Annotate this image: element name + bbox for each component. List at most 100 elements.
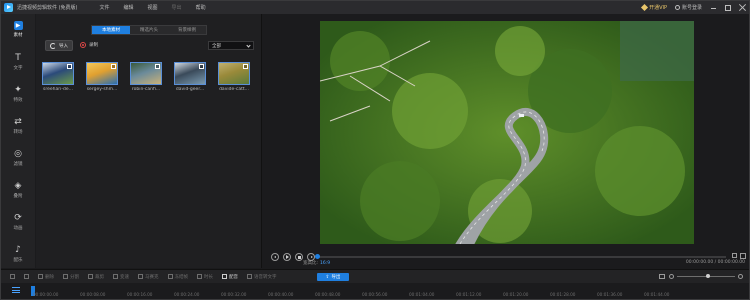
- timeline-menu-icon[interactable]: [12, 287, 20, 293]
- menu-export[interactable]: 导出: [172, 4, 182, 11]
- edit-toolbar: 删除 分割 裁剪 变速 马赛克 冻结帧 时长 配音 语音转文字 ⇪ 导出: [1, 269, 749, 283]
- redo-icon: [24, 274, 29, 279]
- volume-icon[interactable]: [732, 253, 737, 258]
- close-icon[interactable]: [739, 4, 746, 11]
- timeline-tick-label: 00:01:20.00: [503, 292, 529, 297]
- video-preview[interactable]: [320, 21, 694, 244]
- export-label: 导出: [331, 275, 341, 280]
- rail-item-effects[interactable]: ✦ 特效: [1, 81, 35, 107]
- transition-icon: ⇄: [14, 117, 22, 127]
- animation-icon: ⟳: [14, 213, 22, 223]
- rail-item-label: 特效: [13, 97, 23, 103]
- media-thumbnail[interactable]: [218, 62, 250, 85]
- media-thumbnail[interactable]: [130, 62, 162, 85]
- title-bar: 迅捷视频剪辑软件 (免费版) 文件 编辑 视图 导出 帮助 开通VIP 账号登录: [1, 1, 749, 14]
- tool-delete[interactable]: 删除: [38, 274, 54, 280]
- timeline-tick-label: 00:01:12.00: [456, 292, 482, 297]
- duration-icon: [197, 274, 202, 279]
- zoom-slider-handle[interactable]: [706, 274, 710, 278]
- media-thumbnail[interactable]: [86, 62, 118, 85]
- fullscreen-icon[interactable]: [740, 253, 746, 259]
- tool-label: 配音: [229, 274, 238, 280]
- menu-edit[interactable]: 编辑: [124, 4, 134, 11]
- music-icon: ♪: [15, 245, 21, 255]
- play-icon[interactable]: [283, 253, 291, 261]
- tab-background-samples[interactable]: 背景样例: [168, 26, 206, 34]
- record-button[interactable]: 录制: [80, 42, 98, 48]
- effects-icon: ✦: [14, 85, 22, 95]
- tool-speech-to-text[interactable]: 语音转文字: [247, 274, 277, 280]
- rail-item-filter[interactable]: ◎ 滤镜: [1, 145, 35, 171]
- tool-speed[interactable]: 变速: [113, 274, 129, 280]
- timeline-zoom: [669, 274, 743, 279]
- aspect-ratio-selector[interactable]: 宽高比: 16:9: [303, 260, 330, 266]
- zoom-in-icon[interactable]: [738, 274, 743, 279]
- login-button[interactable]: 账号登录: [674, 4, 702, 11]
- speech-to-text-icon: [247, 274, 252, 279]
- thumbnail-select-checkbox[interactable]: [111, 64, 116, 69]
- media-thumbnail-label: david-geer...: [175, 87, 205, 92]
- app-title: 迅捷视频剪辑软件 (免费版): [17, 5, 78, 11]
- thumbnail-select-checkbox[interactable]: [67, 64, 72, 69]
- minimize-icon[interactable]: [710, 4, 717, 11]
- zoom-slider[interactable]: [677, 274, 735, 278]
- menu-file[interactable]: 文件: [100, 4, 110, 11]
- rail-item-animation[interactable]: ⟳ 动画: [1, 209, 35, 235]
- text-icon: T: [15, 53, 21, 63]
- menu-view[interactable]: 视图: [148, 4, 158, 11]
- tool-mosaic[interactable]: 马赛克: [138, 274, 159, 280]
- maximize-icon[interactable]: [725, 4, 731, 11]
- tool-split[interactable]: 分割: [63, 274, 79, 280]
- import-button[interactable]: 导入: [45, 40, 73, 51]
- thumbnail-select-checkbox[interactable]: [243, 64, 248, 69]
- timeline-tick-label: 00:00:08.00: [80, 292, 106, 297]
- tool-undo[interactable]: [10, 274, 15, 279]
- tool-freeze[interactable]: 冻结帧: [167, 274, 188, 280]
- vip-label: 开通VIP: [649, 5, 667, 11]
- tool-rail: ▶ 素材 T 文字 ✦ 特效 ⇄ 转场 ◎ 滤镜 ◈ 叠附 ⟳ 动画 ♪ 配乐: [1, 14, 35, 268]
- rail-item-text[interactable]: T 文字: [1, 49, 35, 75]
- thumbnail-select-checkbox[interactable]: [155, 64, 160, 69]
- scrubber-handle[interactable]: [315, 254, 320, 259]
- playback-scrubber[interactable]: [315, 254, 726, 259]
- aspect-ratio-value[interactable]: 16:9: [320, 261, 330, 266]
- tool-label: 时长: [204, 274, 213, 280]
- tab-local-media[interactable]: 本地素材: [92, 26, 130, 34]
- stop-icon[interactable]: [295, 253, 303, 261]
- speed-icon: [113, 274, 118, 279]
- zoom-out-icon[interactable]: [669, 274, 674, 279]
- rail-item-label: 文字: [13, 65, 23, 71]
- vip-button[interactable]: 开通VIP: [641, 3, 667, 12]
- tool-redo[interactable]: [24, 274, 29, 279]
- menu-help[interactable]: 帮助: [196, 4, 206, 11]
- tool-label: 删除: [45, 274, 54, 280]
- rail-item-media[interactable]: ▶ 素材: [1, 16, 35, 42]
- tab-featured-intros[interactable]: 精选片头: [130, 26, 168, 34]
- previous-frame-icon[interactable]: [271, 253, 279, 261]
- media-thumbnail[interactable]: [42, 62, 74, 85]
- media-thumbnail[interactable]: [174, 62, 206, 85]
- tool-label: 语音转文字: [254, 274, 277, 280]
- rail-item-overlay[interactable]: ◈ 叠附: [1, 177, 35, 203]
- rail-item-label: 叠附: [13, 193, 23, 199]
- fit-timeline-icon[interactable]: [659, 274, 665, 279]
- export-button[interactable]: ⇪ 导出: [317, 273, 349, 281]
- edit-tools: 删除 分割 裁剪 变速 马赛克 冻结帧 时长 配音 语音转文字: [1, 274, 277, 280]
- menu-bar: 文件 编辑 视图 导出 帮助: [100, 4, 206, 11]
- title-bar-right: 开通VIP 账号登录: [641, 1, 746, 14]
- media-filter-select[interactable]: 全部: [208, 41, 254, 50]
- tool-duration[interactable]: 时长: [197, 274, 213, 280]
- timeline-tick-label: 00:00:32.00: [221, 292, 247, 297]
- media-panel: 本地素材 精选片头 背景样例 导入 录制 全部 sreehari-de... se…: [36, 14, 262, 268]
- app-window: 迅捷视频剪辑软件 (免费版) 文件 编辑 视图 导出 帮助 开通VIP 账号登录…: [0, 0, 750, 300]
- record-icon: [80, 42, 86, 48]
- thumbnail-select-checkbox[interactable]: [199, 64, 204, 69]
- media-thumbnail-label: sergey-shm...: [86, 87, 118, 92]
- rail-item-transition[interactable]: ⇄ 转场: [1, 113, 35, 139]
- tool-crop[interactable]: 裁剪: [88, 274, 104, 280]
- rail-item-music[interactable]: ♪ 配乐: [1, 241, 35, 267]
- tool-voiceover[interactable]: 配音: [222, 274, 238, 280]
- timeline-tick-label: 00:00:40.00: [268, 292, 294, 297]
- timeline-tick-label: 00:00:56.00: [362, 292, 388, 297]
- undo-icon: [10, 274, 15, 279]
